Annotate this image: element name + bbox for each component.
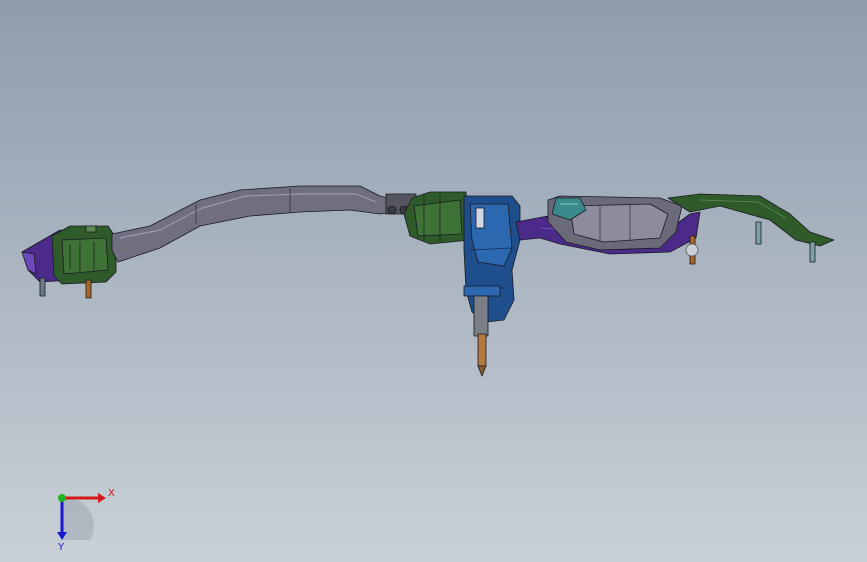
x-axis-label: X — [108, 488, 115, 499]
center-housing-blue[interactable] — [463, 195, 521, 323]
spindle[interactable] — [473, 295, 489, 377]
long-arm[interactable] — [111, 185, 397, 263]
triad-origin — [58, 494, 66, 502]
graphics-viewport[interactable]: X Y — [0, 0, 867, 562]
coordinate-triad: X Y — [57, 488, 115, 550]
y-axis-label: Y — [57, 542, 65, 550]
cad-assembly-model[interactable] — [0, 0, 867, 562]
center-motor-green[interactable] — [403, 191, 471, 245]
x-axis-arrowhead — [98, 493, 106, 503]
left-bracket[interactable] — [51, 225, 117, 285]
triad-plane-shadow — [62, 497, 94, 540]
